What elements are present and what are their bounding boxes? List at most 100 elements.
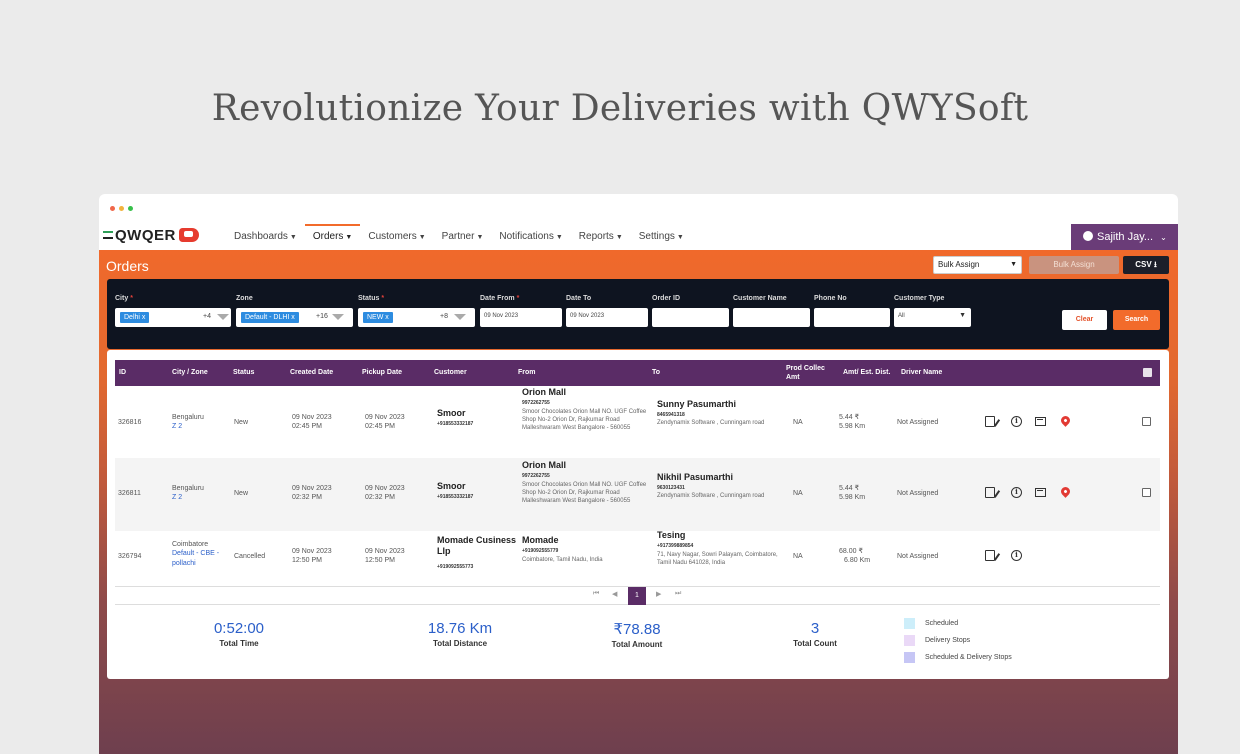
first-page-icon[interactable]: ⏮ bbox=[593, 590, 599, 598]
edit-icon[interactable] bbox=[985, 416, 995, 427]
info-icon[interactable]: i bbox=[1011, 487, 1022, 498]
location-pin-icon[interactable] bbox=[1059, 485, 1072, 498]
dropdown-triangle-icon bbox=[332, 314, 344, 320]
city-multiselect[interactable]: Delhi x +4 bbox=[115, 308, 231, 327]
pickup-time: 02:32 PM bbox=[365, 494, 395, 501]
hero-title: Revolutionize Your Deliveries with QWYSo… bbox=[211, 88, 1029, 129]
chevron-down-icon: ▼ bbox=[959, 312, 966, 319]
nav-item-partner[interactable]: Partner ▼ bbox=[434, 224, 492, 250]
zone-multiselect[interactable]: Default - DLHI x +16 bbox=[236, 308, 353, 327]
th-city-zone: City / Zone bbox=[172, 369, 208, 376]
distance: 6.80 Km bbox=[844, 557, 871, 564]
customer-type-select[interactable]: All ▼ bbox=[894, 308, 971, 327]
chevron-down-icon: ▼ bbox=[615, 234, 623, 241]
nav-item-reports[interactable]: Reports ▼ bbox=[571, 224, 631, 250]
prod-collect-amt: NA bbox=[793, 553, 803, 560]
prod-collect-amt: NA bbox=[793, 490, 803, 497]
edit-icon[interactable] bbox=[985, 487, 995, 498]
th-created-date: Created Date bbox=[290, 369, 334, 376]
status-multiselect[interactable]: NEW x +8 bbox=[358, 308, 475, 327]
bulk-assign-button[interactable]: Bulk Assign bbox=[1029, 256, 1119, 274]
zone-chip[interactable]: Default - DLHI x bbox=[241, 312, 299, 323]
select-all-checkbox[interactable] bbox=[1143, 368, 1152, 377]
distance: 5.98 Km bbox=[839, 494, 866, 501]
bulk-assign-select[interactable]: Bulk Assign ▼ bbox=[933, 256, 1022, 274]
info-icon[interactable]: i bbox=[1011, 550, 1022, 561]
from-address: Coimbatore, Tamil Nadu, India bbox=[522, 557, 603, 563]
close-dot[interactable] bbox=[110, 206, 115, 211]
location-pin-icon[interactable] bbox=[1059, 414, 1072, 427]
dropdown-triangle-icon bbox=[217, 314, 229, 320]
th-driver-name: Driver Name bbox=[901, 369, 943, 376]
date-from-input[interactable]: 09 Nov 2023 bbox=[480, 308, 562, 327]
created-time: 12:50 PM bbox=[292, 557, 322, 564]
order-id-label: Order ID bbox=[652, 295, 681, 302]
date-to-input[interactable]: 09 Nov 2023 bbox=[566, 308, 648, 327]
qwqer-logo[interactable]: QWQER bbox=[103, 225, 199, 245]
nav-item-orders[interactable]: Orders ▼ bbox=[304, 224, 361, 250]
city-more-count: +4 bbox=[203, 313, 211, 320]
customer-name-label: Customer Name bbox=[733, 295, 787, 302]
orders-card: ID City / Zone Status Created Date Picku… bbox=[107, 350, 1169, 679]
table-row[interactable]: 326794 Coimbatore Default - CBE - pollac… bbox=[115, 531, 1160, 586]
order-id: 326794 bbox=[118, 553, 142, 560]
prev-page-icon[interactable]: ◀ bbox=[612, 590, 617, 598]
zone-link[interactable]: Default - CBE - pollachi bbox=[172, 549, 228, 569]
zone-link[interactable]: Z 2 bbox=[172, 493, 182, 502]
created-time: 02:32 PM bbox=[292, 494, 322, 501]
chevron-down-icon: ▼ bbox=[418, 234, 426, 241]
customer-phone: +918553332187 bbox=[437, 494, 474, 500]
legend-item: Delivery Stops bbox=[904, 635, 1012, 646]
clear-button[interactable]: Clear bbox=[1062, 310, 1107, 330]
created-date: 09 Nov 2023 bbox=[292, 548, 332, 555]
archive-icon[interactable] bbox=[1035, 417, 1046, 426]
logo-text: QWQER bbox=[115, 226, 176, 244]
edit-icon[interactable] bbox=[985, 550, 995, 561]
user-menu-button[interactable]: Sajith Jay... ⌄ bbox=[1071, 224, 1178, 250]
zone-more-count: +16 bbox=[316, 313, 328, 320]
from-name: Orion Mall bbox=[522, 460, 567, 470]
stat-value: 0:52:00 bbox=[213, 620, 265, 637]
status-chip[interactable]: NEW x bbox=[363, 312, 393, 323]
from-phone: +919092555779 bbox=[522, 548, 559, 554]
date-from-value: 09 Nov 2023 bbox=[484, 313, 519, 319]
customer-phone: +919092555773 bbox=[437, 564, 474, 570]
from-phone: 9972262755 bbox=[522, 473, 550, 479]
th-to: To bbox=[652, 369, 661, 376]
order-id-input[interactable] bbox=[652, 308, 729, 327]
minimize-dot[interactable] bbox=[119, 206, 124, 211]
nav-item-customers[interactable]: Customers ▼ bbox=[360, 224, 433, 250]
info-icon[interactable]: i bbox=[1011, 416, 1022, 427]
zone-link[interactable]: Z 2 bbox=[172, 422, 182, 431]
th-prod-collect-amt: Prod Collec Amt bbox=[786, 365, 825, 381]
phone-no-input[interactable] bbox=[814, 308, 890, 327]
city: Coimbatore bbox=[172, 541, 209, 548]
table-row[interactable]: 326811 Bengaluru Z 2 New 09 Nov 2023 02:… bbox=[115, 458, 1160, 531]
next-page-icon[interactable]: ▶ bbox=[656, 590, 661, 598]
page-1-button[interactable]: 1 bbox=[628, 587, 646, 605]
pickup-date: 09 Nov 2023 bbox=[365, 485, 405, 492]
legend-item: Scheduled bbox=[904, 618, 1012, 629]
to-name: Sunny Pasumarthi bbox=[657, 399, 737, 409]
customer-name: Smoor bbox=[437, 408, 466, 418]
row-checkbox[interactable] bbox=[1142, 417, 1151, 426]
city-chip[interactable]: Delhi x bbox=[120, 312, 150, 323]
order-id: 326816 bbox=[118, 419, 142, 426]
search-button[interactable]: Search bbox=[1113, 310, 1160, 330]
customer-name-input[interactable] bbox=[733, 308, 810, 327]
nav-item-notifications[interactable]: Notifications ▼ bbox=[491, 224, 570, 250]
distance: 5.98 Km bbox=[839, 423, 866, 430]
last-page-icon[interactable]: ⏭ bbox=[675, 590, 681, 598]
maximize-dot[interactable] bbox=[128, 206, 133, 211]
row-checkbox[interactable] bbox=[1142, 488, 1151, 497]
nav-item-dashboards[interactable]: Dashboards ▼ bbox=[226, 224, 305, 250]
csv-export-button[interactable]: CSV ⭳ bbox=[1123, 256, 1169, 274]
table-row[interactable]: 326816 Bengaluru Z 2 New 09 Nov 2023 02:… bbox=[115, 388, 1160, 458]
stat-value: 3 bbox=[810, 620, 820, 637]
logo-flag-icon bbox=[178, 228, 199, 242]
nav-item-settings[interactable]: Settings ▼ bbox=[631, 224, 692, 250]
archive-icon[interactable] bbox=[1035, 488, 1046, 497]
city: Bengaluru bbox=[172, 485, 204, 492]
stat-value: ₹78.88 bbox=[613, 621, 661, 638]
status-more-count: +8 bbox=[440, 313, 448, 320]
